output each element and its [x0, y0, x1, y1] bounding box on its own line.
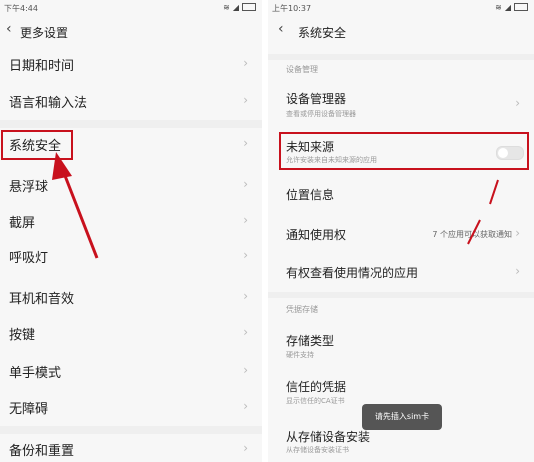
system-security-screen: 上午10:37 ≋◢ ‹ 系统安全 设备管理 设备管理器 查看或停用设备管理器 … [268, 0, 534, 462]
toast-message: 请先插入sim卡 [362, 404, 442, 430]
annotation-arrow [52, 152, 99, 259]
annotation-marks [467, 179, 499, 245]
more-settings-screen: 下午4:44 ≋◢ ‹ 更多设置 日期和时间 › 语言和输入法 › 系统安全 ›… [0, 0, 262, 462]
